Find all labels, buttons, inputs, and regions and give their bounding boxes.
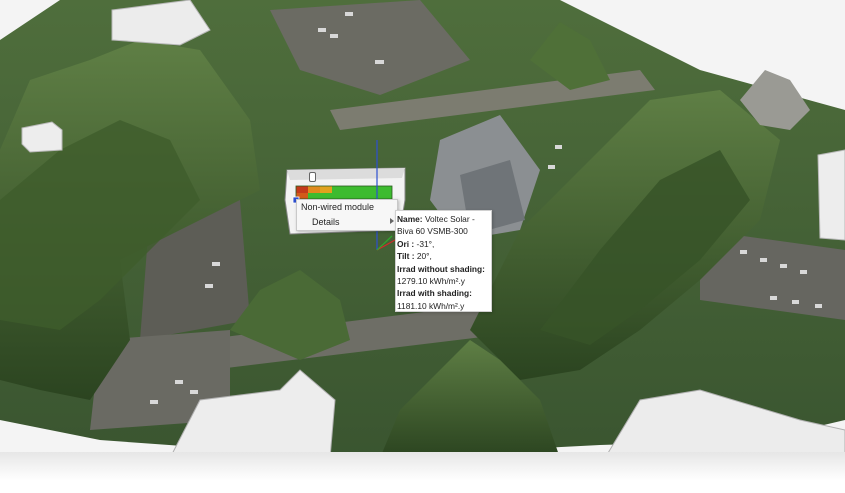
name-value-line1: Voltec Solar - <box>424 214 475 224</box>
ori-label: Ori : <box>397 238 415 249</box>
module-details-tooltip: Name: Voltec Solar - Biva 60 VSMB-300 Or… <box>395 210 492 312</box>
irrad-without-value: 1279.10 kWh/m².y <box>397 276 465 287</box>
submenu-arrow-icon <box>390 218 394 224</box>
viewport-shadow <box>0 452 845 493</box>
irrad-with-value: 1181.10 kWh/m².y <box>397 300 465 311</box>
building-left-small <box>21 121 63 153</box>
name-label: Name: <box>397 214 423 224</box>
irrad-without-label: Irrad without shading: <box>397 263 485 274</box>
menu-item-non-wired-module[interactable]: Non-wired module <box>301 200 374 214</box>
menu-item-details[interactable]: Details <box>312 215 390 229</box>
tilt-value: 20°, <box>416 251 432 262</box>
name-value-line2: Biva 60 VSMB-300 <box>397 226 468 237</box>
3d-viewport[interactable]: Non-wired module Details Name: Voltec So… <box>0 0 845 458</box>
module-handle[interactable] <box>309 172 316 182</box>
building-right <box>817 149 845 241</box>
context-menu: Non-wired module Details <box>296 199 398 231</box>
irrad-with-label: Irrad with shading: <box>397 288 472 299</box>
ori-value: -31°, <box>416 238 435 249</box>
tilt-label: Tilt : <box>397 251 415 262</box>
